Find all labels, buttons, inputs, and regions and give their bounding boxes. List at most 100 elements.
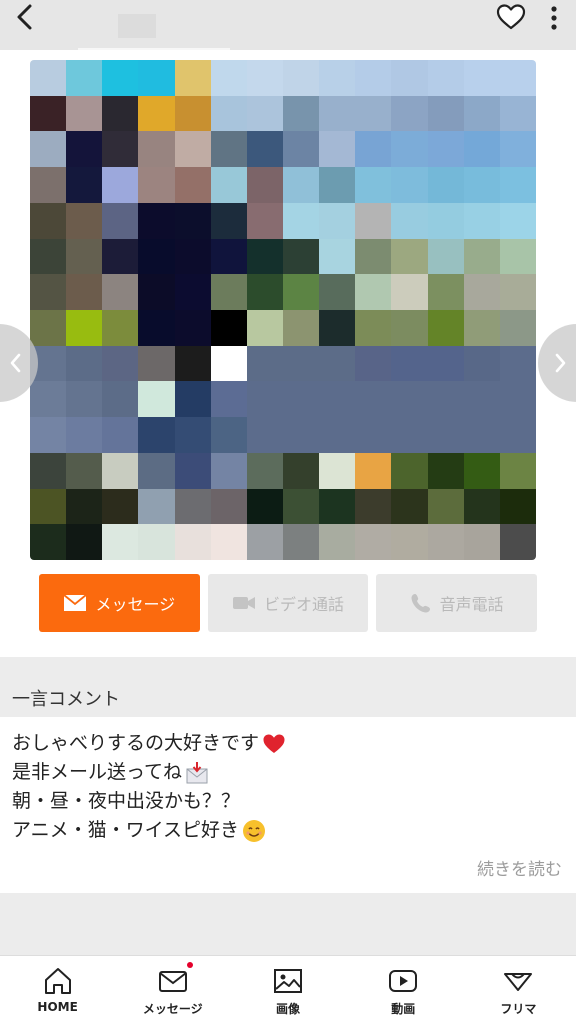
- mosaic-cell: [138, 417, 175, 453]
- mosaic-cell: [355, 345, 392, 382]
- mosaic-cell: [499, 60, 536, 96]
- mosaic-cell: [138, 310, 175, 346]
- voice-call-label: 音声電話: [439, 595, 504, 614]
- mail-icon: [158, 971, 187, 992]
- mosaic-cell: [174, 60, 211, 96]
- mosaic-cell: [427, 310, 464, 346]
- mosaic-cell: [246, 202, 283, 239]
- mosaic-cell: [319, 95, 356, 132]
- mosaic-cell: [174, 345, 211, 382]
- mosaic-cell: [246, 95, 283, 132]
- nav-label: 動画: [391, 1002, 416, 1016]
- mosaic-cell: [66, 60, 103, 96]
- mosaic-cell: [30, 310, 67, 346]
- message-button-label: メッセージ: [95, 595, 176, 614]
- bottom-navigation: HOME メッセージ 画像 動画 フリマ: [0, 955, 576, 1024]
- mosaic-cell: [391, 60, 428, 96]
- mail-icon: [63, 594, 88, 611]
- mosaic-cell: [210, 345, 247, 382]
- next-photo-button[interactable]: [538, 324, 576, 402]
- mosaic-cell: [355, 60, 392, 96]
- mosaic-cell: [282, 310, 320, 346]
- mosaic-cell: [282, 524, 320, 560]
- mosaic-cell: [210, 131, 247, 168]
- comment-line-text: アニメ・猫・ワイスピ好き: [12, 819, 240, 841]
- mosaic-cell: [246, 452, 283, 489]
- mosaic-cell: [391, 381, 428, 418]
- mosaic-cell: [463, 310, 500, 346]
- comment-line-text: おしゃべりするの大好きです: [12, 732, 260, 754]
- mosaic-cell: [427, 60, 464, 96]
- mosaic-cell: [282, 417, 320, 453]
- mosaic-cell: [174, 524, 211, 560]
- mosaic-cell: [174, 488, 211, 525]
- mosaic-cell: [499, 417, 536, 453]
- mosaic-cell: [319, 524, 356, 560]
- mosaic-cell: [30, 60, 67, 96]
- mosaic-cell: [66, 310, 103, 346]
- mosaic-cell: [391, 417, 428, 453]
- nav-item-images[interactable]: 画像: [230, 956, 345, 1024]
- notification-badge: [186, 962, 193, 968]
- mosaic-cell: [174, 274, 211, 310]
- comment-line: 朝・昼・夜中出没かも？？: [12, 787, 286, 816]
- nav-item-flea-market[interactable]: フリマ: [461, 956, 576, 1024]
- mosaic-cell: [282, 167, 320, 203]
- mosaic-cell: [102, 310, 139, 346]
- message-button[interactable]: メッセージ: [39, 574, 200, 632]
- mosaic-cell: [30, 274, 67, 310]
- phone-icon: [411, 594, 430, 613]
- image-icon: [274, 969, 302, 993]
- mosaic-cell: [499, 452, 536, 489]
- mosaic-cell: [102, 274, 139, 310]
- read-more-link[interactable]: 続きを読む: [477, 855, 562, 880]
- mosaic-cell: [246, 131, 283, 168]
- mosaic-cell: [355, 310, 392, 346]
- mosaic-cell: [30, 524, 67, 560]
- mosaic-cell: [174, 452, 211, 489]
- more-options-icon[interactable]: [548, 4, 560, 32]
- video-call-button[interactable]: ビデオ通話: [207, 574, 369, 632]
- nav-item-home[interactable]: HOME: [0, 956, 115, 1024]
- mosaic-cell: [30, 488, 67, 525]
- nav-item-video[interactable]: 動画: [346, 956, 461, 1024]
- mosaic-cell: [210, 238, 247, 275]
- mosaic-cell: [355, 488, 392, 525]
- mosaic-cell: [282, 274, 320, 310]
- back-icon[interactable]: [8, 0, 44, 36]
- mosaic-cell: [319, 452, 356, 489]
- incoming-envelope-icon: [186, 761, 208, 783]
- nav-item-message[interactable]: メッセージ: [115, 956, 230, 1024]
- mosaic-cell: [282, 488, 320, 525]
- mosaic-cell: [463, 131, 500, 168]
- profile-photo[interactable]: [30, 60, 536, 560]
- mosaic-cell: [210, 452, 247, 489]
- mosaic-cell: [102, 417, 139, 453]
- mosaic-cell: [499, 524, 536, 560]
- mosaic-cell: [102, 452, 139, 489]
- mosaic-cell: [30, 381, 67, 418]
- comment-body: おしゃべりするの大好きです 是非メール送ってね 朝・昼・夜中出没かも？？ アニメ…: [0, 717, 576, 893]
- chevron-right-icon: [555, 353, 566, 373]
- mosaic-cell: [499, 238, 536, 275]
- mosaic-cell: [319, 345, 356, 382]
- mosaic-cell: [355, 131, 392, 168]
- heart-icon[interactable]: [496, 3, 526, 31]
- mosaic-cell: [30, 202, 67, 239]
- mosaic-cell: [246, 381, 283, 418]
- mosaic-cell: [138, 167, 175, 203]
- home-icon: [44, 968, 71, 994]
- mosaic-cell: [66, 452, 103, 489]
- mosaic-cell: [463, 202, 500, 239]
- mosaic-cell: [138, 274, 175, 310]
- mosaic-cell: [174, 131, 211, 168]
- mosaic-cell: [66, 95, 103, 132]
- mosaic-cell: [463, 167, 500, 203]
- mosaic-cell: [427, 345, 464, 382]
- voice-call-button[interactable]: 音声電話: [376, 574, 538, 632]
- mosaic-cell: [427, 238, 464, 275]
- mosaic-cell: [30, 167, 67, 203]
- mosaic-cell: [499, 274, 536, 310]
- smiling-face-icon: [243, 819, 266, 842]
- mosaic-cell: [30, 131, 67, 168]
